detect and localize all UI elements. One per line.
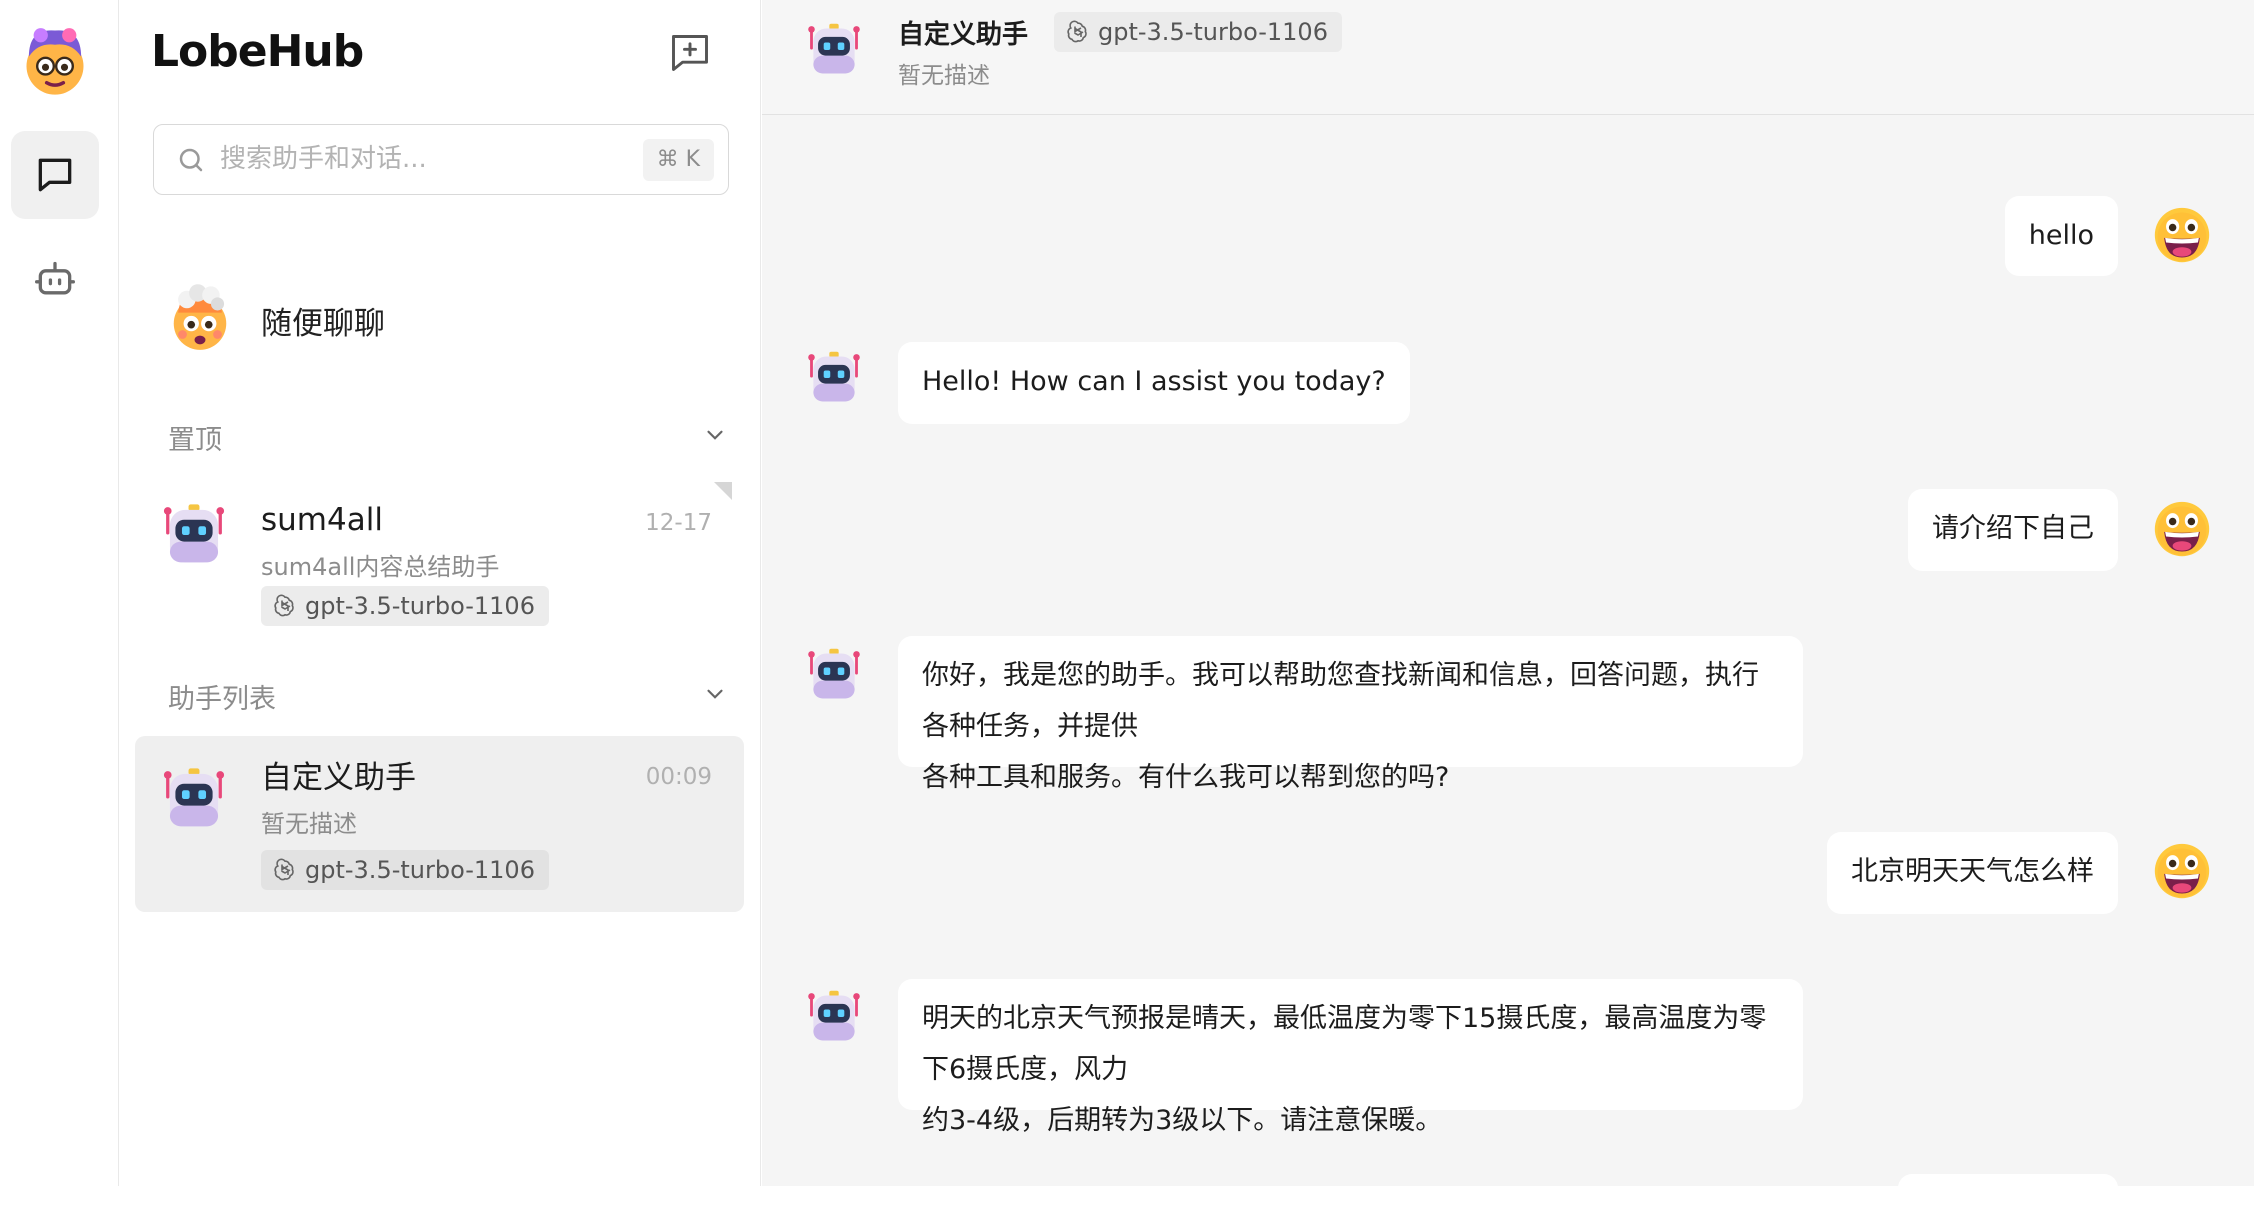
nav-rail — [0, 0, 119, 1186]
chat-title[interactable]: 自定义助手 — [898, 14, 1028, 51]
brand-logo: LobeHub — [151, 26, 364, 77]
robot-avatar-icon[interactable] — [804, 987, 864, 1047]
model-tag: gpt-3.5-turbo-1106 — [261, 850, 549, 890]
chat-model-tag[interactable]: gpt-3.5-turbo-1106 — [1054, 12, 1342, 52]
model-name: gpt-3.5-turbo-1106 — [1098, 18, 1328, 46]
rail-market-button[interactable] — [11, 236, 99, 324]
group-assistants-header[interactable]: 助手列表 — [168, 673, 728, 715]
message-square-icon — [38, 158, 72, 192]
session-description: 暂无描述 — [261, 810, 357, 838]
search-input[interactable] — [218, 137, 598, 181]
user-avatar[interactable] — [17, 21, 93, 97]
bot-icon — [35, 261, 75, 295]
model-name: gpt-3.5-turbo-1106 — [305, 856, 535, 884]
robot-avatar-icon[interactable] — [804, 645, 864, 705]
message-line: 你好，我是您的助手。我可以帮助您查找新闻和信息，回答问题，执行各种任务，并提供 — [922, 660, 1759, 742]
session-name: sum4all — [261, 502, 383, 538]
chat-subtitle: 暂无描述 — [898, 63, 990, 89]
openai-icon — [273, 858, 297, 882]
message-bubble-partial[interactable] — [1898, 1174, 2118, 1214]
search-box[interactable]: ⌘ K — [153, 124, 729, 195]
session-item-custom-assistant[interactable]: 自定义助手 00:09 暂无描述 gpt-3.5-turbo-1106 — [135, 736, 744, 912]
robot-avatar-icon[interactable] — [804, 20, 864, 80]
session-item-sum4all[interactable]: sum4all 12-17 sum4all内容总结助手 gpt-3.5-turb… — [135, 480, 744, 656]
search-shortcut-hint: ⌘ K — [642, 139, 714, 181]
grinning-face-avatar-icon[interactable] — [2152, 499, 2212, 559]
message-bubble[interactable]: 你好，我是您的助手。我可以帮助您查找新闻和信息，回答问题，执行各种任务，并提供 … — [898, 636, 1803, 793]
rail-chat-button[interactable] — [11, 131, 99, 219]
robot-avatar-icon[interactable] — [804, 348, 864, 408]
group-assistants-label: 助手列表 — [168, 684, 276, 715]
chat-area: 自定义助手 gpt-3.5-turbo-1106 暂无描述 hello Hell… — [762, 0, 2254, 1214]
group-pinned-label: 置顶 — [168, 425, 222, 456]
openai-icon — [1066, 20, 1090, 44]
session-time: 12-17 — [645, 510, 712, 536]
chat-header: 自定义助手 gpt-3.5-turbo-1106 暂无描述 — [762, 0, 2254, 115]
model-tag: gpt-3.5-turbo-1106 — [261, 586, 549, 626]
message-bubble[interactable]: 请介绍下自己 — [1908, 489, 2118, 571]
robot-avatar-icon — [159, 764, 229, 834]
message-line: 各种工具和服务。有什么我可以帮到您的吗? — [922, 762, 1450, 793]
group-pinned-header[interactable]: 置顶 — [168, 414, 728, 456]
session-name: 自定义助手 — [261, 760, 416, 796]
message-line: 约3-4级，后期转为3级以下。请注意保暖。 — [922, 1105, 1443, 1136]
message-bubble[interactable]: 北京明天天气怎么样 — [1827, 832, 2118, 914]
random-chat-item[interactable]: 随便聊聊 — [153, 272, 729, 364]
mind-blown-emoji-icon — [165, 282, 235, 352]
search-icon — [179, 148, 203, 172]
message-line: 明天的北京天气预报是晴天，最低温度为零下15摄氏度，最高温度为零下6摄氏度，风力 — [922, 1003, 1767, 1085]
session-description: sum4all内容总结助手 — [261, 553, 500, 581]
message-bubble[interactable]: 明天的北京天气预报是晴天，最低温度为零下15摄氏度，最高温度为零下6摄氏度，风力… — [898, 979, 1803, 1136]
robot-avatar-icon — [159, 500, 229, 570]
pinned-indicator — [714, 482, 732, 500]
grinning-face-avatar-icon[interactable] — [2152, 841, 2212, 901]
openai-icon — [273, 594, 297, 618]
random-chat-title: 随便聊聊 — [261, 306, 385, 342]
message-bubble[interactable]: hello — [2004, 196, 2118, 276]
new-chat-button[interactable] — [667, 30, 713, 76]
message-bubble[interactable]: Hello! How can I assist you today? — [898, 342, 1410, 424]
chevron-down-icon — [707, 430, 723, 440]
model-name: gpt-3.5-turbo-1106 — [305, 592, 535, 620]
chevron-down-icon — [707, 689, 723, 699]
session-time: 00:09 — [645, 764, 712, 790]
new-chat-icon — [672, 35, 708, 71]
grinning-face-avatar-icon[interactable] — [2152, 205, 2212, 265]
